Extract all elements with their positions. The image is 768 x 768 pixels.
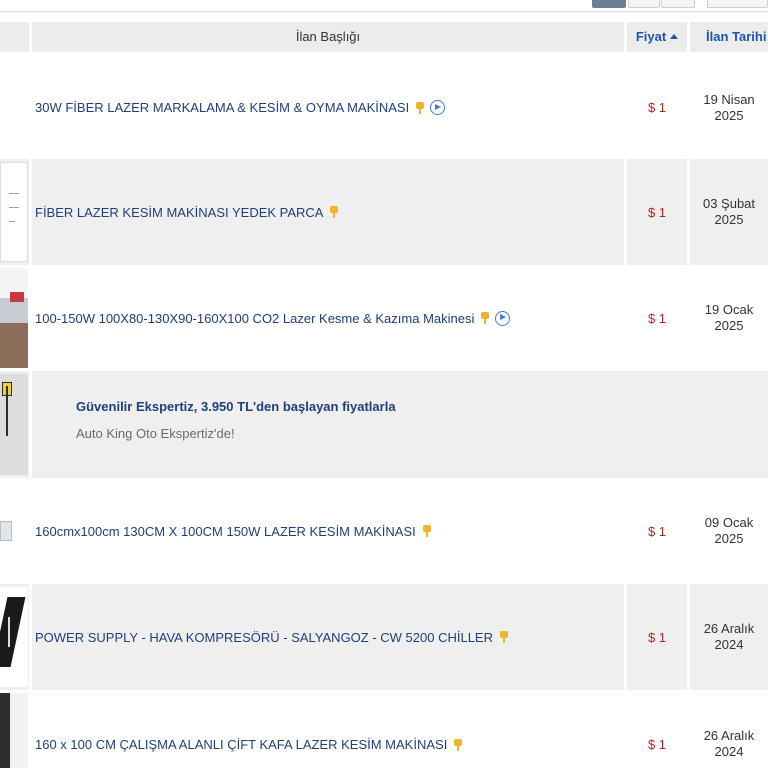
column-header-price[interactable]: Fiyat [627, 22, 687, 52]
listing-price: $ 1 [647, 100, 667, 115]
listing-price-cell: $ 1 [627, 690, 687, 768]
listing-title-cell: POWER SUPPLY - HAVA KOMPRESÖRÜ - SALYANG… [32, 584, 624, 690]
grid-view-button[interactable] [661, 0, 695, 8]
listing-price-cell: $ 1 [627, 478, 687, 584]
listing-thumbnail[interactable] [0, 268, 28, 368]
listing-price-cell: $ 1 [627, 159, 687, 265]
listing-price-cell: $ 1 [627, 56, 687, 159]
table-row[interactable]: 30W FİBER LAZER MARKALAMA & KESİM & OYMA… [0, 56, 768, 159]
table-row[interactable]: 100-150W 100X80-130X90-160X100 CO2 Lazer… [0, 265, 768, 371]
column-header-date[interactable]: İlan Tarihi [690, 22, 768, 52]
listing-price: $ 1 [647, 204, 667, 220]
highlight-pin-icon [480, 312, 490, 324]
ad-subtitle: Auto King Oto Ekspertiz'de! [76, 426, 235, 441]
listing-date: 09 Ocak 2025 [704, 515, 754, 546]
listing-price: $ 1 [647, 523, 667, 539]
listing-thumbnail[interactable] [0, 481, 28, 581]
listing-price: $ 1 [647, 310, 667, 326]
listing-date: 19 Ocak 2025 [704, 302, 754, 333]
detail-view-button[interactable] [628, 0, 660, 8]
listing-title-cell: 100-150W 100X80-130X90-160X100 CO2 Lazer… [32, 265, 624, 371]
listing-title-cell: 160cmx100cm 130CM X 100CM 150W LAZER KES… [32, 478, 624, 584]
listing-thumbnail[interactable] [0, 587, 28, 687]
listing-title-link[interactable]: FİBER LAZER KESİM MAKİNASI YEDEK PARCA [35, 205, 323, 220]
listing-date-cell: 09 Ocak 2025 [690, 478, 768, 584]
sponsored-ad-row[interactable]: Güvenilir Ekspertiz, 3.950 TL'den başlay… [0, 371, 768, 478]
price-header-label: Fiyat [635, 29, 667, 44]
listing-price: $ 1 [647, 737, 667, 752]
listing-date-cell: 26 Aralık 2024 [690, 584, 768, 690]
video-play-icon[interactable] [430, 100, 446, 115]
listing-price: $ 1 [647, 629, 667, 645]
listing-price-cell: $ 1 [627, 265, 687, 371]
video-play-icon[interactable] [495, 310, 511, 326]
listing-date-cell: 03 Şubat 2025 [690, 159, 768, 265]
table-header: İlan Başlığı Fiyat İlan Tarihi [0, 22, 768, 52]
listing-date: 26 Aralık 2024 [703, 728, 755, 759]
listing-price-cell: $ 1 [627, 584, 687, 690]
listing-date: 03 Şubat 2025 [702, 196, 756, 227]
listing-title-link[interactable]: POWER SUPPLY - HAVA KOMPRESÖRÜ - SALYANG… [35, 630, 493, 645]
listing-thumbnail[interactable] [0, 693, 28, 768]
listing-title-link[interactable]: 100-150W 100X80-130X90-160X100 CO2 Lazer… [35, 311, 474, 326]
highlight-pin-icon [415, 101, 425, 114]
highlight-pin-icon [329, 206, 339, 218]
highlight-pin-icon [422, 525, 432, 537]
ad-title-link[interactable]: Güvenilir Ekspertiz, 3.950 TL'den başlay… [76, 399, 396, 414]
listing-date: 19 Nisan 2025 [703, 91, 755, 123]
highlight-pin-icon [499, 631, 509, 643]
table-row[interactable]: 160 x 100 CM ÇALIŞMA ALANLI ÇİFT KAFA LA… [0, 690, 768, 768]
column-header-title[interactable]: İlan Başlığı [32, 22, 624, 52]
sort-asc-icon [670, 34, 679, 39]
table-row[interactable]: FİBER LAZER KESİM MAKİNASI YEDEK PARCA $… [0, 159, 768, 265]
map-view-button[interactable] [707, 0, 768, 8]
listing-date-cell: 19 Nisan 2025 [690, 56, 768, 159]
table-row[interactable]: 160cmx100cm 130CM X 100CM 150W LAZER KES… [0, 478, 768, 584]
listing-title-cell: FİBER LAZER KESİM MAKİNASI YEDEK PARCA [32, 159, 624, 265]
highlight-pin-icon [453, 739, 463, 751]
listing-title-link[interactable]: 160cmx100cm 130CM X 100CM 150W LAZER KES… [35, 524, 416, 539]
list-view-button[interactable] [592, 0, 626, 8]
listing-title-link[interactable]: 30W FİBER LAZER MARKALAMA & KESİM & OYMA… [35, 100, 409, 115]
listing-title-link[interactable]: 160 x 100 CM ÇALIŞMA ALANLI ÇİFT KAFA LA… [35, 737, 447, 752]
listing-thumbnail[interactable] [0, 162, 28, 262]
listing-title-cell: 30W FİBER LAZER MARKALAMA & KESİM & OYMA… [32, 56, 624, 159]
ad-thumbnail[interactable] [0, 374, 28, 475]
top-toolbar [0, 0, 768, 12]
listing-date-cell: 26 Aralık 2024 [690, 690, 768, 768]
listing-title-cell: 160 x 100 CM ÇALIŞMA ALANLI ÇİFT KAFA LA… [32, 690, 624, 768]
listing-date: 26 Aralık 2024 [703, 621, 755, 652]
table-row[interactable]: POWER SUPPLY - HAVA KOMPRESÖRÜ - SALYANG… [0, 584, 768, 690]
listing-date-cell: 19 Ocak 2025 [690, 265, 768, 371]
thumb-column-header [0, 22, 29, 52]
